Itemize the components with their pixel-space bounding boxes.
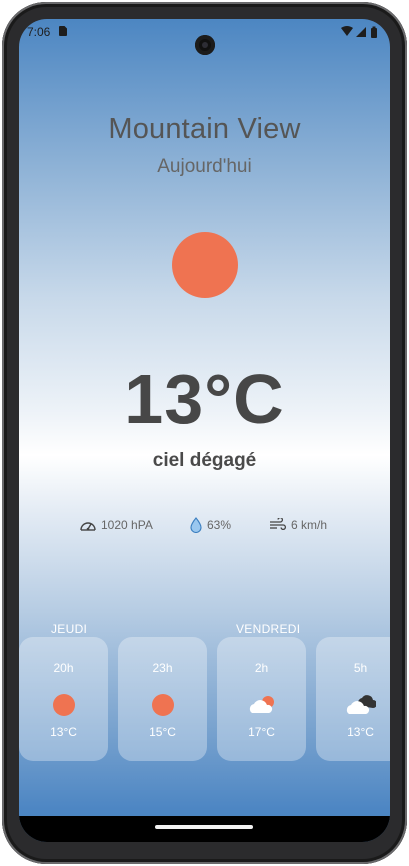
gauge-icon bbox=[80, 522, 96, 531]
forecast-temp: 15°C bbox=[149, 725, 176, 739]
sun-icon bbox=[53, 694, 75, 716]
forecast-card[interactable]: 20h 13°C bbox=[19, 637, 108, 761]
forecast-temp: 13°C bbox=[50, 725, 77, 739]
wind-icon bbox=[270, 518, 287, 531]
wind-metric: 6 km/h bbox=[269, 516, 327, 534]
forecast-day-label: JEUDI bbox=[51, 622, 88, 636]
forecast-day-label: VENDREDI bbox=[236, 622, 301, 636]
forecast-hour: 20h bbox=[53, 661, 74, 675]
forecast-card[interactable]: 23h 15°C bbox=[118, 637, 207, 761]
weather-screen: 7:06 Mountain View Aujourd'hui 13°C ciel… bbox=[19, 19, 390, 842]
day-label: Aujourd'hui bbox=[157, 156, 252, 177]
pressure-metric: 1020 hPA bbox=[79, 516, 153, 534]
humidity-value: 63% bbox=[207, 518, 232, 532]
phone-frame: 7:06 Mountain View Aujourd'hui 13°C ciel… bbox=[2, 2, 407, 864]
wifi-icon bbox=[341, 26, 353, 36]
front-camera bbox=[195, 35, 215, 55]
pressure-value: 1020 hPA bbox=[101, 518, 153, 532]
humidity-metric: 63% bbox=[189, 516, 231, 534]
home-gesture-handle[interactable] bbox=[155, 825, 253, 829]
status-time: 7:06 bbox=[27, 25, 51, 39]
forecast-hour: 23h bbox=[152, 661, 173, 675]
navigation-bar bbox=[19, 816, 390, 842]
forecast-hour: 5h bbox=[353, 661, 368, 675]
sun-icon bbox=[152, 694, 174, 716]
signal-icon bbox=[356, 27, 366, 37]
forecast-temp: 13°C bbox=[347, 725, 374, 739]
cloud-sun-icon bbox=[249, 696, 274, 713]
sim-card-icon bbox=[59, 26, 67, 36]
forecast-hour: 2h bbox=[254, 661, 269, 675]
current-temperature: 13°C bbox=[124, 360, 285, 438]
forecast-card[interactable]: 2h 17°C bbox=[217, 637, 306, 761]
battery-icon bbox=[371, 26, 377, 38]
water-drop-icon bbox=[190, 517, 202, 533]
forecast-card[interactable]: 5h 13°C bbox=[316, 637, 390, 761]
weather-description: ciel dégagé bbox=[152, 450, 257, 471]
forecast-temp: 17°C bbox=[248, 725, 275, 739]
city-name: Mountain View bbox=[108, 113, 301, 145]
sun-icon bbox=[172, 232, 238, 298]
system-icons bbox=[341, 26, 377, 38]
cloud-icon bbox=[346, 695, 376, 714]
wind-value: 6 km/h bbox=[291, 518, 328, 532]
